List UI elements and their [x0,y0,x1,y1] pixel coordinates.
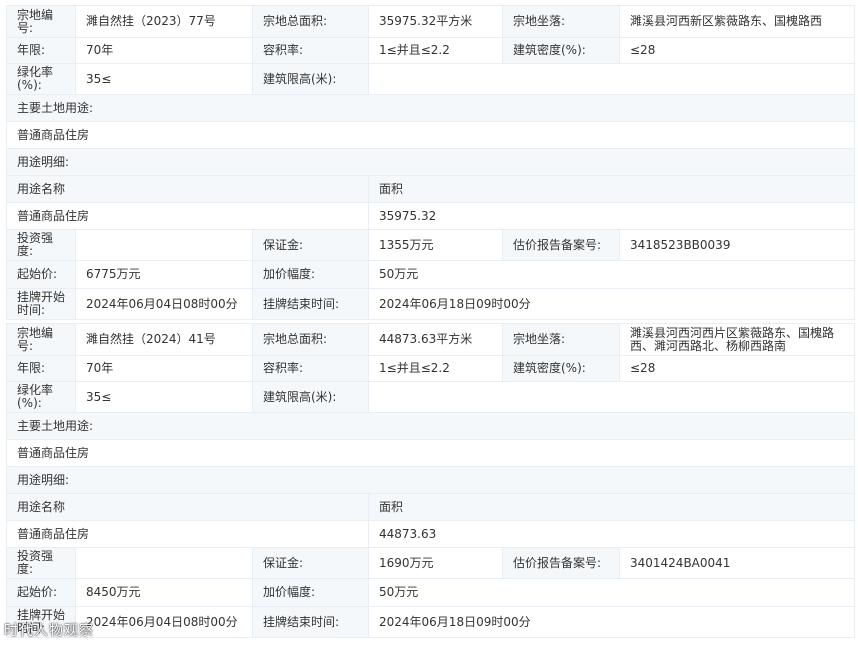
main-use-value: 普通商品住房 [6,439,855,467]
listing-end-value: 2024年06月18日09时00分 [368,288,855,320]
row-use-detail-columns: 用途名称 面积 [6,493,855,521]
height-limit-label: 建筑限高(米): [252,63,369,95]
start-price-label: 起始价: [6,578,76,607]
start-price-value: 8450万元 [75,578,253,607]
height-limit-label: 建筑限高(米): [252,381,369,413]
row-greening: 绿化率(%): 35≤ 建筑限高(米): [6,63,855,95]
use-area-value: 35975.32 [368,202,855,230]
building-density-value: ≤28 [619,355,855,382]
total-area-value: 35975.32平方米 [368,5,503,38]
row-use-detail-header: 用途明细: [6,148,855,176]
use-name-header: 用途名称 [6,175,369,203]
increment-value: 50万元 [368,260,855,289]
location-label: 宗地坐落: [502,323,620,356]
height-limit-value [368,63,855,95]
increment-value: 50万元 [368,578,855,607]
row-listing-time: 挂牌开始时间: 2024年06月04日08时00分 挂牌结束时间: 2024年0… [6,288,855,320]
listing-end-value: 2024年06月18日09时00分 [368,606,855,638]
main-use-value: 普通商品住房 [6,121,855,149]
plot-ratio-label: 容积率: [252,355,369,382]
use-detail-label: 用途明细: [6,148,855,176]
listing-start-value: 2024年06月04日08时00分 [75,606,253,638]
row-investment: 投资强度: 保证金: 1690万元 估价报告备案号: 3401424BA0041 [6,547,855,579]
parcel-table-2: 宗地编号: 濉自然挂（2024）41号 宗地总面积: 44873.63平方米 宗… [6,323,855,638]
plot-ratio-value: 1≤并且≤2.2 [368,355,503,382]
building-density-label: 建筑密度(%): [502,355,620,382]
row-investment: 投资强度: 保证金: 1355万元 估价报告备案号: 3418523BB0039 [6,229,855,261]
row-main-use-header: 主要土地用途: [6,94,855,122]
parcel-no-value: 濉自然挂（2023）77号 [75,5,253,38]
greening-rate-label: 绿化率(%): [6,63,76,95]
area-header: 面积 [368,493,855,521]
investment-intensity-label: 投资强度: [6,547,76,579]
use-name-value: 普通商品住房 [6,520,369,548]
row-use-detail-values: 普通商品住房 44873.63 [6,520,855,548]
deposit-value: 1355万元 [368,229,503,261]
greening-rate-value: 35≤ [75,63,253,95]
row-use-detail-values: 普通商品住房 35975.32 [6,202,855,230]
location-value: 濉溪县河西河西片区紫薇路东、国槐路西、濉河西路北、杨柳西路南 [619,323,855,356]
main-use-label: 主要土地用途: [6,412,855,440]
term-value: 70年 [75,37,253,64]
deposit-label: 保证金: [252,229,369,261]
greening-rate-value: 35≤ [75,381,253,413]
appraisal-no-value: 3401424BA0041 [619,547,855,579]
row-main-use-value: 普通商品住房 [6,121,855,149]
use-name-header: 用途名称 [6,493,369,521]
building-density-label: 建筑密度(%): [502,37,620,64]
investment-intensity-value [75,547,253,579]
building-density-value: ≤28 [619,37,855,64]
increment-label: 加价幅度: [252,578,369,607]
row-term: 年限: 70年 容积率: 1≤并且≤2.2 建筑密度(%): ≤28 [6,355,855,382]
plot-ratio-value: 1≤并且≤2.2 [368,37,503,64]
total-area-value: 44873.63平方米 [368,323,503,356]
start-price-value: 6775万元 [75,260,253,289]
listing-start-label: 挂牌开始时间: [6,288,76,320]
row-greening: 绿化率(%): 35≤ 建筑限高(米): [6,381,855,413]
deposit-value: 1690万元 [368,547,503,579]
row-parcel-no: 宗地编号: 濉自然挂（2023）77号 宗地总面积: 35975.32平方米 宗… [6,5,855,38]
row-main-use-value: 普通商品住房 [6,439,855,467]
use-name-value: 普通商品住房 [6,202,369,230]
row-use-detail-header: 用途明细: [6,466,855,494]
row-main-use-header: 主要土地用途: [6,412,855,440]
parcel-table-1: 宗地编号: 濉自然挂（2023）77号 宗地总面积: 35975.32平方米 宗… [6,5,855,320]
row-parcel-no: 宗地编号: 濉自然挂（2024）41号 宗地总面积: 44873.63平方米 宗… [6,323,855,356]
height-limit-value [368,381,855,413]
term-label: 年限: [6,355,76,382]
investment-intensity-value [75,229,253,261]
main-use-label: 主要土地用途: [6,94,855,122]
term-label: 年限: [6,37,76,64]
greening-rate-label: 绿化率(%): [6,381,76,413]
row-listing-time: 挂牌开始时间: 2024年06月04日08时00分 挂牌结束时间: 2024年0… [6,606,855,638]
parcel-no-label: 宗地编号: [6,5,76,38]
row-price: 起始价: 6775万元 加价幅度: 50万元 [6,260,855,289]
area-header: 面积 [368,175,855,203]
listing-end-label: 挂牌结束时间: [252,606,369,638]
appraisal-no-value: 3418523BB0039 [619,229,855,261]
term-value: 70年 [75,355,253,382]
location-label: 宗地坐落: [502,5,620,38]
use-area-value: 44873.63 [368,520,855,548]
start-price-label: 起始价: [6,260,76,289]
total-area-label: 宗地总面积: [252,5,369,38]
row-price: 起始价: 8450万元 加价幅度: 50万元 [6,578,855,607]
deposit-label: 保证金: [252,547,369,579]
use-detail-label: 用途明细: [6,466,855,494]
appraisal-no-label: 估价报告备案号: [502,547,620,579]
row-term: 年限: 70年 容积率: 1≤并且≤2.2 建筑密度(%): ≤28 [6,37,855,64]
plot-ratio-label: 容积率: [252,37,369,64]
appraisal-no-label: 估价报告备案号: [502,229,620,261]
total-area-label: 宗地总面积: [252,323,369,356]
watermark-text: 时代人物观察 [4,623,94,639]
listing-end-label: 挂牌结束时间: [252,288,369,320]
row-use-detail-columns: 用途名称 面积 [6,175,855,203]
location-value: 濉溪县河西新区紫薇路东、国槐路西 [619,5,855,38]
listing-start-value: 2024年06月04日08时00分 [75,288,253,320]
investment-intensity-label: 投资强度: [6,229,76,261]
parcel-no-value: 濉自然挂（2024）41号 [75,323,253,356]
increment-label: 加价幅度: [252,260,369,289]
parcel-no-label: 宗地编号: [6,323,76,356]
